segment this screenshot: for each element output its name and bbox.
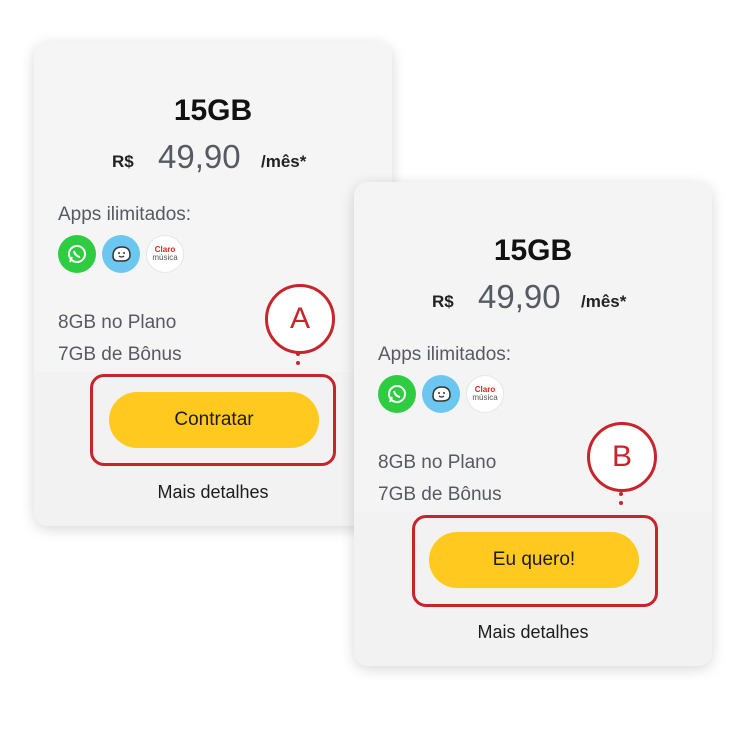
annotation-box-b xyxy=(412,515,658,607)
annotation-label-a: A xyxy=(265,284,335,354)
mais-detalhes-link[interactable]: Mais detalhes xyxy=(354,622,712,643)
price-currency: R$ xyxy=(112,152,134,171)
whatsapp-icon xyxy=(378,375,416,413)
claro-musica-text: música xyxy=(152,253,178,262)
price-currency: R$ xyxy=(432,292,454,311)
price-period: /mês* xyxy=(261,152,307,171)
benefit-bonus-data: 7GB de Bônus xyxy=(378,484,502,505)
apps-label: Apps ilimitados: xyxy=(58,204,192,225)
plan-title: 15GB xyxy=(173,94,253,127)
annotation-connector-b xyxy=(619,492,623,510)
price-row: R$ 49,90 /mês* xyxy=(354,278,712,318)
claro-musica-icon: Claro música xyxy=(146,235,184,273)
plan-card-body: 15GB R$ 49,90 /mês* Apps ilimitados: Cla… xyxy=(34,42,392,372)
plan-card-body: 15GB R$ 49,90 /mês* Apps ilimitados: Cla… xyxy=(354,182,712,512)
mais-detalhes-link[interactable]: Mais detalhes xyxy=(34,482,392,503)
price-period: /mês* xyxy=(581,292,627,311)
annotation-label-b: B xyxy=(587,422,657,492)
price-row: R$ 49,90 /mês* xyxy=(34,138,392,178)
plan-title: 15GB xyxy=(493,234,573,267)
benefit-plan-data: 8GB no Plano xyxy=(378,452,497,473)
price-value: 49,90 xyxy=(158,138,241,175)
claro-musica-icon: Claro música xyxy=(466,375,504,413)
annotation-connector-a xyxy=(296,352,300,370)
whatsapp-icon xyxy=(58,235,96,273)
price-value: 49,90 xyxy=(478,278,561,315)
waze-icon xyxy=(102,235,140,273)
apps-label: Apps ilimitados: xyxy=(378,344,512,365)
benefit-plan-data: 8GB no Plano xyxy=(58,312,177,333)
annotation-box-a xyxy=(90,374,336,466)
claro-musica-text: música xyxy=(472,393,498,402)
waze-icon xyxy=(422,375,460,413)
benefit-bonus-data: 7GB de Bônus xyxy=(58,344,182,365)
